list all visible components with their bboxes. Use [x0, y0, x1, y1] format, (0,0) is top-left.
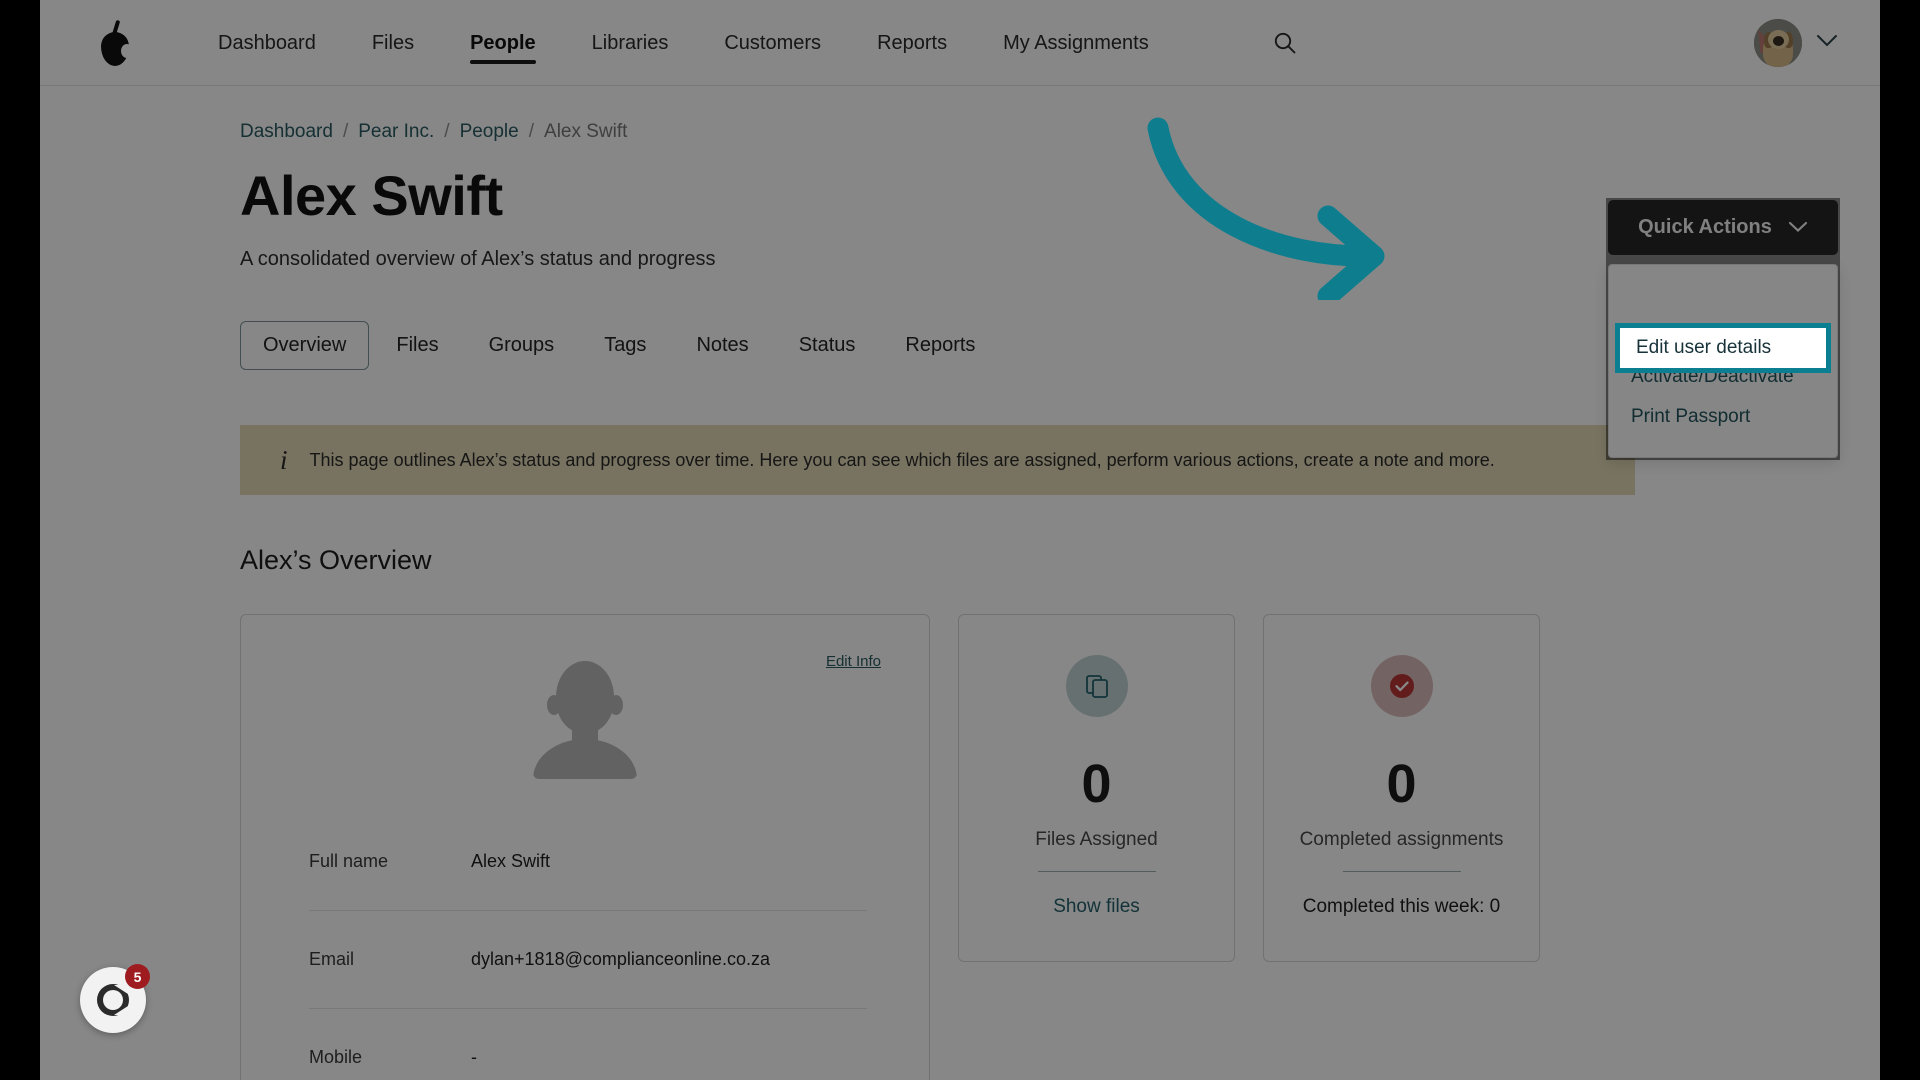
top-navigation-bar: Dashboard Files People Libraries Custome… [40, 0, 1880, 86]
quick-actions-button[interactable]: Quick Actions [1608, 200, 1838, 255]
edit-info-link[interactable]: Edit Info [826, 653, 881, 670]
tab-tags[interactable]: Tags [581, 321, 669, 370]
breadcrumb-separator: / [342, 121, 349, 142]
breadcrumb-current: Alex Swift [544, 121, 628, 142]
profile-card: Edit Info Full name Alex Swift Email dyl… [240, 614, 930, 1080]
row-label: Full name [309, 851, 389, 871]
nav-item-reports[interactable]: Reports [849, 0, 975, 86]
nav-item-people[interactable]: People [442, 0, 564, 86]
breadcrumb-item-pear-inc[interactable]: Pear Inc. [358, 121, 434, 143]
info-icon: i [280, 444, 288, 475]
row-value: dylan+1818@complianceonline.co.za [471, 949, 770, 969]
profile-detail-table: Full name Alex Swift Email dylan+1818@co… [241, 813, 929, 1080]
stat-card-files-assigned: 0 Files Assigned Show files [958, 614, 1235, 962]
tab-bar: Overview Files Groups Tags Notes Status … [240, 321, 1670, 370]
breadcrumb-item-people[interactable]: People [460, 121, 519, 143]
person-placeholder-icon [525, 661, 645, 779]
table-row: Email dylan+1818@complianceonline.co.za [309, 911, 867, 1009]
breadcrumb-separator: / [528, 121, 535, 142]
overview-cards: Edit Info Full name Alex Swift Email dyl… [240, 614, 1670, 1080]
stat-card-completed-assignments: 0 Completed assignments Completed this w… [1263, 614, 1540, 962]
stat-value: 0 [1386, 754, 1417, 814]
chat-widget[interactable]: 5 [80, 964, 150, 1033]
row-value: Alex Swift [471, 851, 551, 871]
menu-item-print-passport[interactable]: Print Passport [1609, 397, 1837, 437]
quick-actions-container: Quick Actions Edit user details Assign f… [1606, 198, 1840, 460]
table-row: Mobile - [309, 1009, 867, 1080]
tab-notes[interactable]: Notes [673, 321, 771, 370]
row-label: Mobile [309, 1047, 363, 1067]
nav-item-my-assignments[interactable]: My Assignments [975, 0, 1177, 86]
nav-item-customers[interactable]: Customers [696, 0, 849, 86]
tab-status[interactable]: Status [776, 321, 879, 370]
app-window: Dashboard Files People Libraries Custome… [40, 0, 1880, 1080]
nav-user-area [1754, 18, 1880, 67]
pear-logo-icon [98, 18, 133, 68]
menu-item-edit-user-details[interactable]: Edit user details [1615, 323, 1831, 373]
chevron-down-icon[interactable] [1816, 33, 1838, 53]
page-subtitle: A consolidated overview of Alex’s status… [240, 248, 716, 270]
tab-groups[interactable]: Groups [466, 321, 578, 370]
nav-item-dashboard[interactable]: Dashboard [190, 0, 344, 86]
copy-files-icon [1065, 655, 1128, 717]
show-files-link[interactable]: Show files [1053, 896, 1140, 918]
app-logo[interactable] [40, 18, 190, 68]
breadcrumb-separator: / [444, 121, 450, 142]
nav-item-libraries[interactable]: Libraries [564, 0, 697, 86]
quick-actions-label: Quick Actions [1638, 216, 1772, 238]
table-row: Full name Alex Swift [309, 813, 867, 911]
divider [1342, 871, 1461, 872]
overview-heading: Alex’s Overview [240, 545, 432, 575]
stat-value: 0 [1081, 754, 1112, 814]
tab-files[interactable]: Files [373, 321, 461, 370]
breadcrumb: Dashboard / Pear Inc. / People / Alex Sw… [240, 121, 1670, 143]
stat-label: Files Assigned [1035, 829, 1158, 850]
nav-links: Dashboard Files People Libraries Custome… [190, 0, 1177, 86]
info-banner-text: This page outlines Alex’s status and pro… [309, 449, 1495, 470]
breadcrumb-item-dashboard[interactable]: Dashboard [240, 121, 333, 143]
tab-reports[interactable]: Reports [882, 321, 998, 370]
chat-widget-badge: 5 [125, 964, 150, 989]
chevron-down-icon [1788, 216, 1808, 239]
stat-label: Completed assignments [1299, 829, 1504, 850]
tab-overview[interactable]: Overview [240, 321, 370, 370]
info-banner: i This page outlines Alex’s status and p… [240, 425, 1635, 495]
page-title: Alex Swift [240, 164, 503, 227]
row-label: Email [309, 949, 355, 969]
page-content: Dashboard / Pear Inc. / People / Alex Sw… [40, 86, 1880, 1080]
row-value: - [471, 1047, 477, 1067]
completed-this-week: Completed this week: 0 [1302, 896, 1501, 917]
search-icon[interactable] [1265, 23, 1305, 63]
avatar[interactable] [1754, 18, 1802, 67]
divider [1037, 871, 1156, 872]
nav-item-files[interactable]: Files [344, 0, 442, 86]
highlighted-menu-item-wrapper: Edit user details [1614, 323, 1832, 373]
check-circle-icon [1370, 655, 1433, 717]
